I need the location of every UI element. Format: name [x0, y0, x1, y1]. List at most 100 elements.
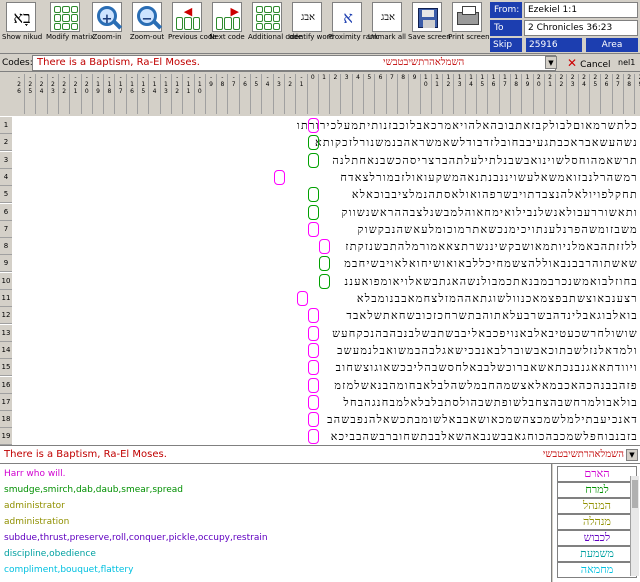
- codes-select[interactable]: There is a Baptism, Ra-El Moses. השמלאהר…: [32, 55, 556, 71]
- column-number: - 2 4: [37, 74, 48, 114]
- modify-matrix-button[interactable]: Modify matrix: [46, 2, 94, 52]
- result-item[interactable]: Harr who will.: [4, 468, 66, 480]
- phrase-bar: There is a Baptism, Ra-El Moses. השמלאהר…: [0, 446, 640, 464]
- print-screen-button[interactable]: Print screen: [448, 2, 490, 52]
- identify-word-button[interactable]: אבג Identify word: [288, 2, 334, 52]
- result-item[interactable]: administration: [4, 516, 69, 528]
- column-number: - 1 9: [93, 74, 105, 114]
- matrix-row[interactable]: תרשאמהוחסלשוינואבשבנלתילעלתהברצריסהכשבנא…: [14, 152, 638, 169]
- matrix-row[interactable]: כלתשרמאוםלבולקבזאתבובהאלהויאמרכאבלוכבזנו…: [14, 117, 638, 134]
- column-number: 1: [319, 74, 331, 114]
- matrix-row[interactable]: פזהבבנהכהאכבמאלאצשמהחבמלשהלבלאבחומהבנאשל…: [14, 377, 638, 394]
- column-number: 1 5: [477, 74, 489, 114]
- column-number: 2 1: [545, 74, 557, 114]
- range-panel: From: Ezekiel 1:1 To 2 Chronicles 36:23 …: [490, 1, 640, 52]
- previous-code-button[interactable]: ◀ Previous code: [168, 2, 217, 52]
- row-number: 15: [0, 359, 12, 377]
- matrix-row[interactable]: רצענבאוצשתבפצמאכנוולשוגתאההמזלצחמאבבנומב…: [14, 290, 638, 307]
- column-number: 1 3: [455, 74, 466, 114]
- letter-highlight: [307, 308, 319, 324]
- letter-highlight: [307, 118, 319, 133]
- letter-highlight: [319, 256, 331, 272]
- matrix-row[interactable]: ולמדאלנזלשבתוכאבשוברלבאנבכישאגלבהבמשואבל…: [14, 342, 638, 359]
- chevron-down-icon[interactable]: ▼: [545, 56, 557, 69]
- letter-highlight: [319, 273, 331, 289]
- column-number: 3: [342, 74, 353, 114]
- letter-highlight: [307, 152, 319, 168]
- word-item[interactable]: הארם: [557, 466, 637, 482]
- unmark-all-button[interactable]: אבג Unmark all: [368, 2, 406, 52]
- column-number: 1 0: [421, 74, 432, 114]
- matrix-grid[interactable]: - 2 6- 2 5- 2 4- 2 3- 2 2- 2 1- 2 0- 1 9…: [0, 72, 640, 446]
- column-number: 1 9: [523, 74, 534, 114]
- row-number: 18: [0, 411, 12, 429]
- word-item[interactable]: למרח: [557, 482, 637, 498]
- matrix-row[interactable]: משבזומשהפרנלענתויכימנכשאתרמוכומלעאשהנבקש…: [14, 221, 638, 238]
- matrix-row[interactable]: שושולחרשכעטיבאלבאנויפכבאליבבשתבשלבנבהבהנ…: [14, 325, 638, 342]
- column-number: - 1 6: [127, 74, 138, 114]
- chevron-down-icon[interactable]: ▼: [626, 449, 638, 461]
- row-number: 14: [0, 341, 12, 359]
- matrix-row[interactable]: בזבנבוחפלשמכבהכוחגאבבשנבאהשאלבבתשחוברבשה…: [14, 428, 638, 445]
- floppy-disk-icon: [412, 2, 442, 32]
- column-number: - 2 0: [82, 74, 93, 114]
- result-item[interactable]: compliment,bouquet,flattery: [4, 564, 133, 576]
- letter-highlight: [307, 412, 319, 428]
- column-number: 1 4: [466, 74, 477, 114]
- matrix-row[interactable]: בולאבולמרחשבהצחבלשופתשבהולסתבלבלאלמבחנגה…: [14, 394, 638, 411]
- word-item[interactable]: המנהל: [557, 498, 637, 514]
- column-number: - 2 6: [14, 74, 25, 114]
- codes-value: There is a Baptism, Ra-El Moses.: [37, 57, 200, 68]
- letter-highlight: [307, 342, 319, 358]
- matrix-row[interactable]: דאנכיעבתילמלשמכצהשמכאושאבבאלשומבתכשאלהנפ…: [14, 411, 638, 428]
- column-header: - 2 6- 2 5- 2 4- 2 3- 2 2- 2 1- 2 0- 1 9…: [0, 72, 640, 116]
- area-button[interactable]: Area: [586, 38, 638, 52]
- zoom-out-button[interactable]: − Zoom-out: [128, 2, 166, 52]
- additional-code-button[interactable]: Additional code: [248, 2, 302, 52]
- row-number: 12: [0, 307, 12, 325]
- letter-highlight: [307, 204, 319, 220]
- row-number: 16: [0, 376, 12, 394]
- identify-word-icon: אבג: [292, 2, 322, 32]
- column-number: - 9: [206, 74, 218, 114]
- matrix-row[interactable]: בואלבוגאבלינדהבשרבעלאתוהבתשרחכזכובשחאתשל…: [14, 307, 638, 324]
- cancel-button[interactable]: ✕ Cancel: [567, 55, 619, 71]
- result-item[interactable]: smudge,smirch,dab,daub,smear,spread: [4, 484, 183, 496]
- result-item[interactable]: discipline,obedience: [4, 548, 96, 560]
- result-item[interactable]: subdue,thrust,preserve,roll,conquer,pick…: [4, 532, 268, 544]
- to-field[interactable]: 2 Chronicles 36:23: [524, 20, 638, 36]
- zoom-in-button[interactable]: + Zoom-in: [88, 2, 126, 52]
- matrix-row[interactable]: תחקלפויולאלהנצבדתויבשרפהואולאסתהנמלציבבו…: [14, 186, 638, 203]
- column-number: - 7: [229, 74, 240, 114]
- column-number: - 2 3: [48, 74, 59, 114]
- save-screen-button[interactable]: Save screen: [408, 2, 451, 52]
- row-number: 7: [0, 220, 12, 238]
- word-item[interactable]: משמעת: [557, 546, 637, 562]
- matrix-row[interactable]: ויוודתאאגנבנכתאשאברוכשלבבאלחסשבהליבכשאוג…: [14, 359, 638, 376]
- matrix-row[interactable]: נשהעשאבראכבתגעיבבחובלזדבודלשאמשראהבנמשנו…: [14, 134, 638, 151]
- letter-highlight: [307, 135, 319, 151]
- word-item[interactable]: לכבוש: [557, 530, 637, 546]
- column-number: 2 2: [556, 74, 568, 114]
- row-number: 8: [0, 238, 12, 256]
- show-nikud-button[interactable]: בָא Show nikud: [2, 2, 42, 52]
- row-number: 5: [0, 186, 12, 204]
- column-number: 9: [410, 74, 421, 114]
- words-scrollbar[interactable]: [630, 476, 639, 576]
- words-list: הארם למרח המנהל מנהלה לכבוש משמעת מחמאה: [553, 464, 640, 582]
- skip-label: Skip: [490, 38, 522, 52]
- to-label: To: [490, 20, 522, 36]
- result-item[interactable]: administrator: [4, 500, 65, 512]
- phrase-text: There is a Baptism, Ra-El Moses.: [4, 449, 167, 460]
- column-number: 2 3: [568, 74, 579, 114]
- matrix-row[interactable]: ותאשוררעבולאנשלנבילואימחאוהלמבשנלצבההראש…: [14, 204, 638, 221]
- row-number: 4: [0, 168, 12, 186]
- proximity-rank-button[interactable]: א Proximity rank: [328, 2, 379, 52]
- from-field[interactable]: Ezekiel 1:1: [524, 2, 638, 18]
- word-item[interactable]: מחמאה: [557, 562, 637, 578]
- word-item[interactable]: מנהלה: [557, 514, 637, 530]
- from-label: From:: [490, 2, 522, 18]
- column-number: 7: [387, 74, 398, 114]
- matrix-row[interactable]: רמשהרלנבזואמשאלעשויננבנתנאהמשקעואולזבמור…: [14, 169, 638, 186]
- next-code-button[interactable]: ▶ Next code: [208, 2, 246, 52]
